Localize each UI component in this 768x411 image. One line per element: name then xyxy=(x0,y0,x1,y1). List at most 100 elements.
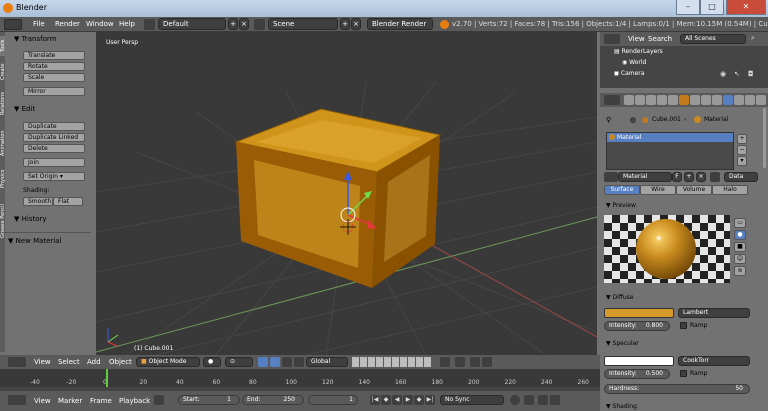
material-slot-row[interactable]: Material xyxy=(607,133,733,142)
viewport-shading-select[interactable]: ● xyxy=(203,357,221,367)
context-object-data-icon[interactable] xyxy=(679,95,689,105)
tab-halo[interactable]: Halo xyxy=(712,185,748,195)
duplicate-linked-button[interactable]: Duplicate Linked xyxy=(23,133,85,142)
play-reverse-icon[interactable]: ◀ xyxy=(392,395,402,405)
menu-frame[interactable]: Frame xyxy=(90,397,112,405)
specular-panel-header[interactable]: ▼ Specular xyxy=(606,340,639,347)
menu-file[interactable]: File xyxy=(33,20,45,28)
editor-type-icon[interactable] xyxy=(604,95,620,105)
specular-shader-select[interactable]: CookTorr xyxy=(678,356,750,366)
remove-scene-icon[interactable]: × xyxy=(351,18,361,30)
jump-end-icon[interactable]: ▶| xyxy=(425,395,435,405)
specular-color-swatch[interactable] xyxy=(604,356,674,366)
duplicate-button[interactable]: Duplicate xyxy=(23,122,85,131)
3d-viewport[interactable]: User Persp (1) Cube.001 xyxy=(96,32,597,355)
delete-button[interactable]: Delete xyxy=(23,144,85,153)
preview-type-cube-icon[interactable]: ■ xyxy=(734,242,746,252)
keying-set-icon[interactable] xyxy=(524,395,534,405)
timeline[interactable]: -40 -20 0 20 40 60 80 100 120 140 160 180 200 220 240 2… xyxy=(0,369,600,411)
lock-camera-icon[interactable] xyxy=(440,357,450,367)
tab-volume[interactable]: Volume xyxy=(676,185,712,195)
fake-user-button[interactable]: F xyxy=(672,172,682,182)
join-button[interactable]: Join xyxy=(23,158,85,167)
interaction-mode-select[interactable]: ■ Object Mode xyxy=(136,357,200,367)
edit-panel-header[interactable]: ▼ Edit xyxy=(14,105,35,113)
preview-panel-header[interactable]: ▼ Preview xyxy=(606,202,636,209)
visibility-eye-icon[interactable]: ◉ xyxy=(720,70,726,78)
context-render-icon[interactable] xyxy=(624,95,634,105)
minimize-button[interactable]: – xyxy=(676,0,700,15)
context-world-icon[interactable] xyxy=(657,95,667,105)
screen-layout-field[interactable]: Default xyxy=(158,18,226,30)
menu-playback[interactable]: Playback xyxy=(119,397,150,405)
start-frame-field[interactable]: Start: 1 xyxy=(178,395,240,405)
jump-start-icon[interactable]: |◀ xyxy=(370,395,380,405)
rotate-button[interactable]: Rotate xyxy=(23,62,85,71)
editor-type-icon[interactable] xyxy=(8,357,26,367)
snap-icon[interactable] xyxy=(455,357,465,367)
menu-search[interactable]: Search xyxy=(648,35,672,43)
diffuse-intensity-field[interactable]: Intensity: 0.800 xyxy=(604,321,670,331)
screen-layout-icon[interactable] xyxy=(144,19,155,30)
render-animation-icon[interactable] xyxy=(482,357,492,367)
remove-slot-button[interactable]: − xyxy=(737,145,747,155)
current-frame-indicator[interactable] xyxy=(106,369,108,387)
outliner-item-world[interactable]: ◉ World xyxy=(622,59,646,66)
diffuse-ramp-checkbox[interactable] xyxy=(680,322,687,329)
tab-surface[interactable]: Surface xyxy=(604,185,640,195)
menu-view[interactable]: View xyxy=(34,397,51,405)
opengl-render-icon[interactable] xyxy=(470,357,480,367)
diffuse-panel-header[interactable]: ▼ Diffuse xyxy=(606,294,634,301)
scene-icon[interactable] xyxy=(254,19,265,30)
add-material-icon[interactable]: + xyxy=(684,172,694,182)
properties-scrollbar[interactable] xyxy=(763,108,766,168)
translate-manipulator-icon[interactable] xyxy=(270,357,280,367)
menu-help[interactable]: Help xyxy=(119,20,135,28)
shading-panel-header[interactable]: ▼ Shading xyxy=(606,403,637,410)
jump-keyframe-forward-icon[interactable]: ◆ xyxy=(414,395,424,405)
mirror-button[interactable]: Mirror xyxy=(23,87,85,96)
selectability-cursor-icon[interactable]: ↖ xyxy=(734,70,740,78)
specular-intensity-field[interactable]: Intensity: 0.500 xyxy=(604,369,670,379)
preview-type-sphere-icon[interactable]: ● xyxy=(734,230,746,240)
pivot-point-select[interactable]: ⊙ xyxy=(225,357,253,367)
translate-button[interactable]: Translate xyxy=(23,51,85,60)
sync-mode-select[interactable]: No Sync xyxy=(440,395,504,405)
maximize-button[interactable]: □ xyxy=(700,0,724,15)
specular-ramp-checkbox[interactable] xyxy=(680,370,687,377)
context-particles-icon[interactable] xyxy=(745,95,755,105)
rotate-manipulator-icon[interactable] xyxy=(282,357,292,367)
add-scene-icon[interactable]: + xyxy=(340,18,350,30)
material-name-field[interactable]: Material xyxy=(618,172,672,182)
pin-icon[interactable]: ⚲ xyxy=(606,116,611,124)
context-texture-icon[interactable] xyxy=(734,95,744,105)
transform-panel-header[interactable]: ▼ Transform xyxy=(14,35,56,43)
transform-orientation-select[interactable]: Global xyxy=(306,357,348,367)
slot-menu-button[interactable]: ▾ xyxy=(737,156,747,166)
scene-field[interactable]: Scene xyxy=(268,18,338,30)
node-icon[interactable] xyxy=(710,172,720,182)
new-material-panel-header[interactable]: ▼ New Material xyxy=(8,237,62,245)
smooth-shading-button[interactable]: Smooth xyxy=(23,197,53,206)
close-button[interactable]: ✕ xyxy=(726,0,766,15)
key-insert-icon[interactable] xyxy=(538,395,548,405)
hardness-field[interactable]: Hardness: 50 xyxy=(604,384,750,394)
context-modifiers-icon[interactable] xyxy=(690,95,700,105)
cube-object[interactable] xyxy=(234,108,442,288)
menu-render[interactable]: Render xyxy=(55,20,80,28)
manipulator-toggle-icon[interactable] xyxy=(258,357,268,367)
jump-keyframe-back-icon[interactable]: ◆ xyxy=(381,395,391,405)
editor-type-icon[interactable] xyxy=(8,395,26,405)
scale-button[interactable]: Scale xyxy=(23,73,85,82)
tab-wire[interactable]: Wire xyxy=(640,185,676,195)
diffuse-color-swatch[interactable] xyxy=(604,308,674,318)
browse-material-icon[interactable] xyxy=(604,172,618,182)
layers-grid[interactable] xyxy=(352,357,432,367)
display-mode-select[interactable]: All Scenes xyxy=(680,34,746,44)
add-slot-button[interactable]: + xyxy=(737,134,747,144)
context-object-icon[interactable] xyxy=(668,95,678,105)
context-material-icon[interactable] xyxy=(723,95,733,105)
context-physics-icon[interactable] xyxy=(756,95,766,105)
flat-shading-button[interactable]: Flat xyxy=(53,197,83,206)
context-render-layers-icon[interactable] xyxy=(635,95,645,105)
